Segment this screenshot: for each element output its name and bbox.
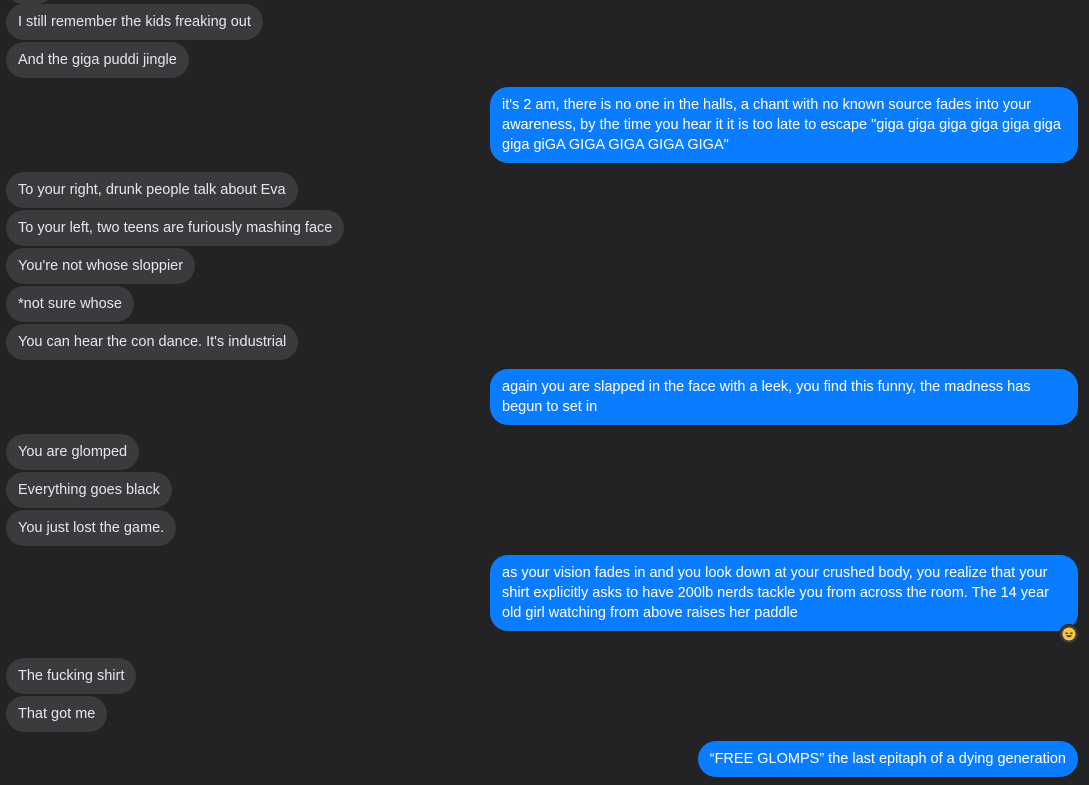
incoming-message[interactable]: I still remember the kids freaking out: [6, 4, 263, 40]
incoming-message[interactable]: You're not whose sloppier: [6, 248, 196, 284]
incoming-message[interactable]: *not sure whose: [6, 286, 134, 322]
incoming-message[interactable]: Everything goes black: [6, 472, 172, 508]
incoming-message[interactable]: The fucking shirt: [6, 658, 137, 694]
outgoing-message[interactable]: it's 2 am, there is no one in the halls,…: [490, 87, 1078, 163]
outgoing-message[interactable]: as your vision fades in and you look dow…: [490, 555, 1078, 631]
incoming-message[interactable]: You can hear the con dance. It's industr…: [6, 324, 299, 360]
incoming-message[interactable]: You are glomped: [6, 434, 140, 470]
incoming-message[interactable]: You just lost the game.: [6, 510, 177, 546]
outgoing-message[interactable]: “FREE GLOMPS” the last epitaph of a dyin…: [697, 741, 1078, 777]
outgoing-message[interactable]: again you are slapped in the face with a…: [490, 369, 1078, 425]
incoming-message[interactable]: To your left, two teens are furiously ma…: [6, 210, 345, 246]
incoming-message[interactable]: That got me: [6, 696, 108, 732]
laughing-emoji-icon[interactable]: [1059, 624, 1079, 644]
incoming-message[interactable]: And the giga puddi jingle: [6, 42, 189, 78]
incoming-message[interactable]: To your right, drunk people talk about E…: [6, 172, 298, 208]
